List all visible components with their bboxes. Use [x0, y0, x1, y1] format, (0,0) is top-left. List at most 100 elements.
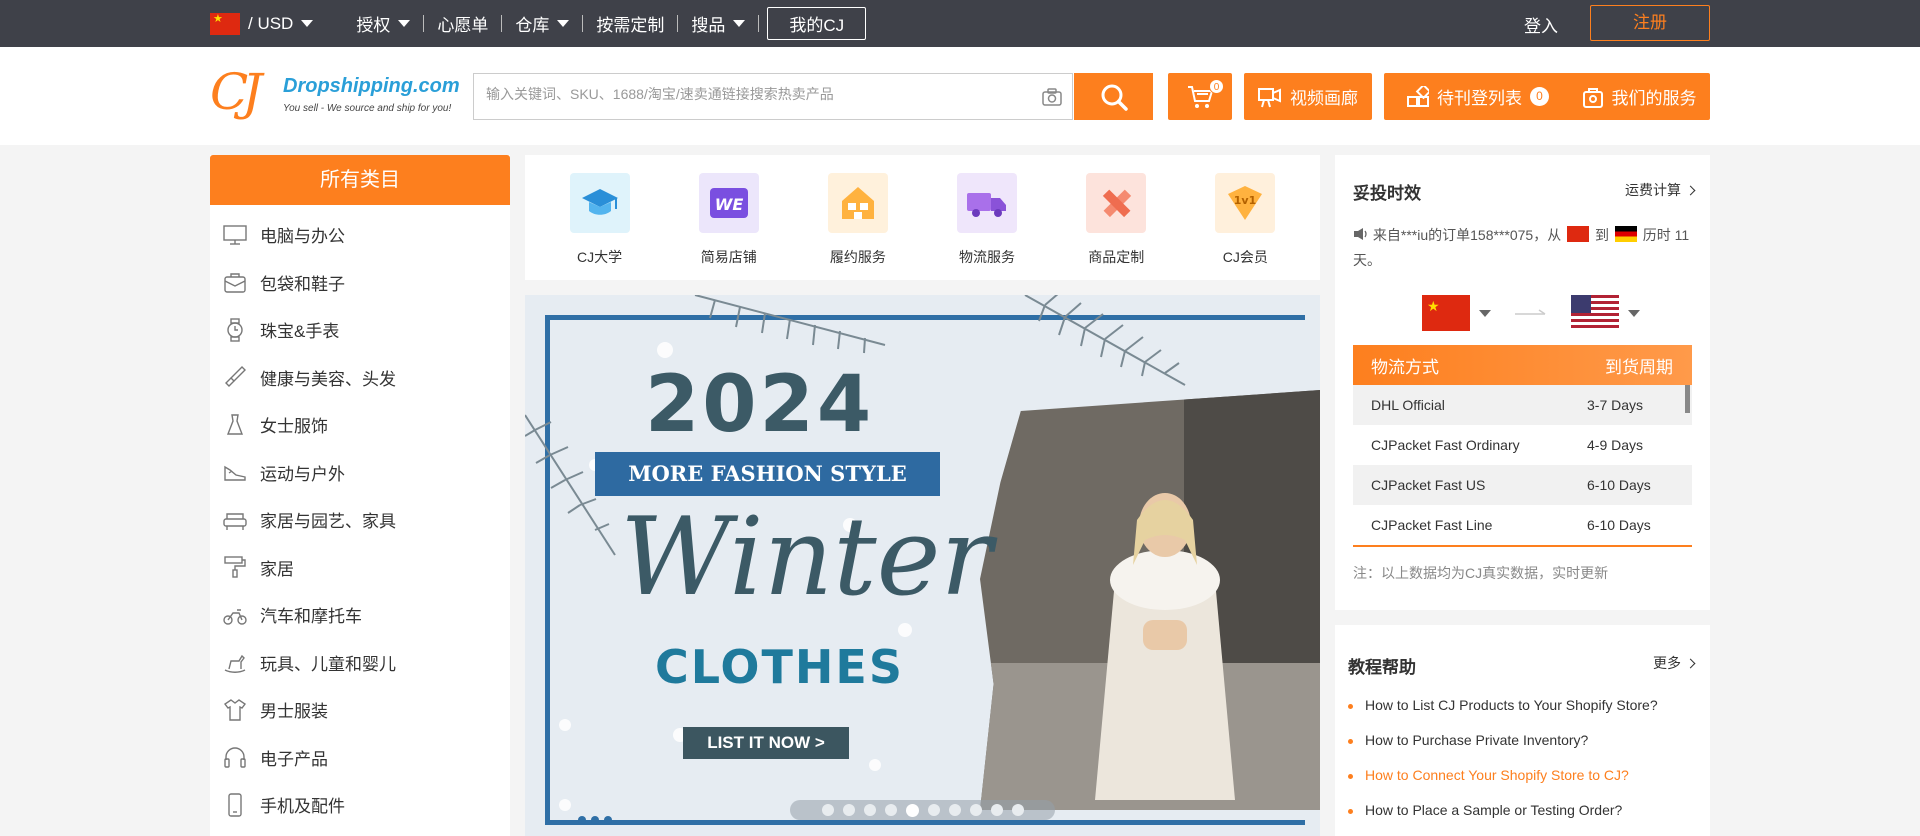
nav-authorize[interactable]: 授权 — [343, 11, 423, 36]
period-cell: 6-10 Days — [1587, 477, 1651, 493]
category-item-bags-shoes[interactable]: 包袋和鞋子 — [210, 259, 510, 307]
tutorial-title: 教程帮助 — [1348, 658, 1416, 677]
route-selector: ★ — [1422, 295, 1640, 331]
logo[interactable]: CJ Dropshipping.com You sell - We source… — [210, 63, 460, 125]
tutorial-more-link[interactable]: 更多 — [1653, 653, 1696, 673]
category-item-auto-moto[interactable]: 汽车和摩托车 — [210, 591, 510, 639]
service-bag-icon — [1582, 87, 1603, 108]
category-item-electronics[interactable]: 电子产品 — [210, 734, 510, 782]
method-cell: DHL Official — [1371, 397, 1445, 413]
truck-icon — [957, 173, 1018, 233]
search-input[interactable] — [486, 86, 1006, 102]
category-item-health-beauty[interactable]: 健康与美容、头发 — [210, 354, 510, 402]
category-item-home[interactable]: 家居 — [210, 544, 510, 592]
nav-sourcing[interactable]: 搜品 — [678, 11, 758, 36]
pending-list-label: 待刊登列表 — [1437, 89, 1522, 108]
bag-icon — [224, 273, 246, 293]
table-row: CJPacket Fast US 6-10 Days — [1353, 465, 1692, 505]
quick-link-cj-university[interactable]: CJ大学 — [545, 155, 655, 280]
cart-button[interactable]: 0 — [1168, 73, 1232, 120]
carousel-dot[interactable] — [990, 804, 1003, 816]
nav-wishlist[interactable]: 心愿单 — [424, 11, 501, 36]
table-row: DHL Official 3-7 Days — [1353, 385, 1692, 425]
category-item-toys-kids-baby[interactable]: 玩具、儿童和婴儿 — [210, 639, 510, 687]
category-label: 运动与户外 — [260, 464, 345, 484]
quick-link-fulfillment[interactable]: 履约服务 — [803, 155, 913, 280]
we-store-icon: WE — [698, 173, 759, 233]
method-cell: CJPacket Fast US — [1371, 477, 1486, 493]
sofa-icon — [223, 513, 247, 530]
category-item-home-garden-furniture[interactable]: 家居与园艺、家具 — [210, 496, 510, 544]
delivery-message-part2: 历时 — [1642, 227, 1671, 243]
tutorial-link[interactable]: How to Place a Sample or Testing Order? — [1348, 802, 1658, 836]
vip-badge-icon: 1v1 — [1215, 173, 1276, 233]
nav-custom[interactable]: 按需定制 — [583, 11, 677, 36]
carousel-dot[interactable] — [927, 804, 940, 816]
carousel-dot[interactable] — [969, 804, 982, 816]
banner-cta-button[interactable]: LIST IT NOW > — [683, 727, 849, 759]
category-label: 汽车和摩托车 — [260, 607, 362, 627]
quick-link-cj-member[interactable]: 1v1 CJ会员 — [1190, 155, 1300, 280]
pending-list-button[interactable]: 待刊登列表 0 — [1384, 73, 1572, 120]
carousel-dot[interactable] — [948, 804, 961, 816]
motorcycle-icon — [223, 609, 247, 625]
promo-banner[interactable]: 2024 MORE FASHION STYLE Winter CLOTHES L… — [525, 295, 1320, 836]
shipping-calculator-link[interactable]: 运费计算 — [1625, 180, 1696, 200]
table-row: CJPacket Fast Ordinary 4-9 Days — [1353, 425, 1692, 465]
logistics-table-header: 物流方式 到货周期 — [1353, 345, 1692, 385]
search-box — [473, 73, 1073, 120]
category-item-mens-clothing[interactable]: 男士服装 — [210, 686, 510, 734]
banner-year: 2024 — [645, 360, 875, 450]
nav-custom-label: 按需定制 — [596, 16, 665, 35]
carousel-dot[interactable] — [1011, 804, 1024, 816]
speaker-icon — [1354, 228, 1367, 240]
origin-country-select[interactable]: ★ — [1422, 295, 1491, 331]
table-scrollbar[interactable] — [1685, 385, 1690, 413]
category-item-computer-office[interactable]: 电脑与办公 — [210, 211, 510, 259]
carousel-dot[interactable] — [863, 804, 876, 816]
video-camera-icon — [1258, 87, 1281, 107]
my-cj-button[interactable]: 我的CJ — [767, 7, 867, 40]
carousel-dot[interactable] — [884, 804, 897, 816]
tutorial-link[interactable]: How to Purchase Private Inventory? — [1348, 732, 1658, 767]
currency-selector[interactable]: / USD — [210, 12, 314, 35]
logistics-table: 物流方式 到货周期 DHL Official 3-7 Days CJPacket … — [1353, 345, 1692, 547]
login-link[interactable]: 登入 — [1524, 12, 1558, 37]
tutorial-link[interactable]: How to Connect Your Shopify Store to CJ? — [1348, 767, 1658, 802]
our-services-button[interactable]: 我们的服务 — [1568, 73, 1710, 120]
carousel-dot[interactable] — [842, 804, 855, 816]
destination-country-select[interactable] — [1571, 295, 1640, 331]
chevron-right-icon — [1685, 185, 1696, 196]
shirt-icon — [223, 698, 247, 721]
category-item-sports-outdoors[interactable]: 运动与户外 — [210, 449, 510, 497]
category-item-phones-accessories[interactable]: 手机及配件 — [210, 781, 510, 829]
category-item-jewelry-watches[interactable]: 珠宝&手表 — [210, 306, 510, 354]
chevron-down-icon — [733, 20, 746, 27]
svg-text:WE: WE — [714, 195, 743, 214]
quick-link-easy-store[interactable]: WE 简易店铺 — [674, 155, 784, 280]
category-item-womens-clothing[interactable]: 女士服饰 — [210, 401, 510, 449]
delivery-message: 来自***iu的订单158***075，从 到 历时 11 天。 — [1353, 223, 1698, 273]
video-gallery-label: 视频画廊 — [1290, 89, 1358, 108]
tutorial-link[interactable]: How to List CJ Products to Your Shopify … — [1348, 697, 1658, 732]
carousel-dot[interactable] — [821, 804, 834, 816]
logistics-table-body[interactable]: DHL Official 3-7 Days CJPacket Fast Ordin… — [1353, 385, 1692, 547]
register-button[interactable]: 注册 — [1590, 5, 1710, 41]
dress-icon — [226, 414, 244, 435]
nav-warehouse[interactable]: 仓库 — [502, 11, 582, 36]
logo-slogan: You sell - We source and ship for you! — [283, 103, 452, 114]
carousel-dot[interactable] — [905, 803, 919, 817]
video-gallery-button[interactable]: 视频画廊 — [1244, 73, 1372, 120]
search-button[interactable] — [1074, 73, 1153, 120]
quick-link-logistics[interactable]: 物流服务 — [932, 155, 1042, 280]
carousel-indicators — [790, 800, 1055, 820]
category-label: 珠宝&手表 — [260, 322, 340, 342]
table-row: CJPacket Fast Line 6-10 Days — [1353, 505, 1692, 545]
category-label: 男士服装 — [260, 702, 328, 722]
camera-icon[interactable] — [1042, 88, 1062, 106]
quick-link-customization[interactable]: 商品定制 — [1061, 155, 1171, 280]
phone-icon — [228, 793, 242, 817]
all-categories-header[interactable]: 所有类目 — [210, 155, 510, 205]
period-cell: 3-7 Days — [1587, 397, 1644, 413]
category-list: 电脑与办公 包袋和鞋子 珠宝&手表 健康与美容、头发 女士服饰 运动与户外 家居… — [210, 205, 510, 829]
